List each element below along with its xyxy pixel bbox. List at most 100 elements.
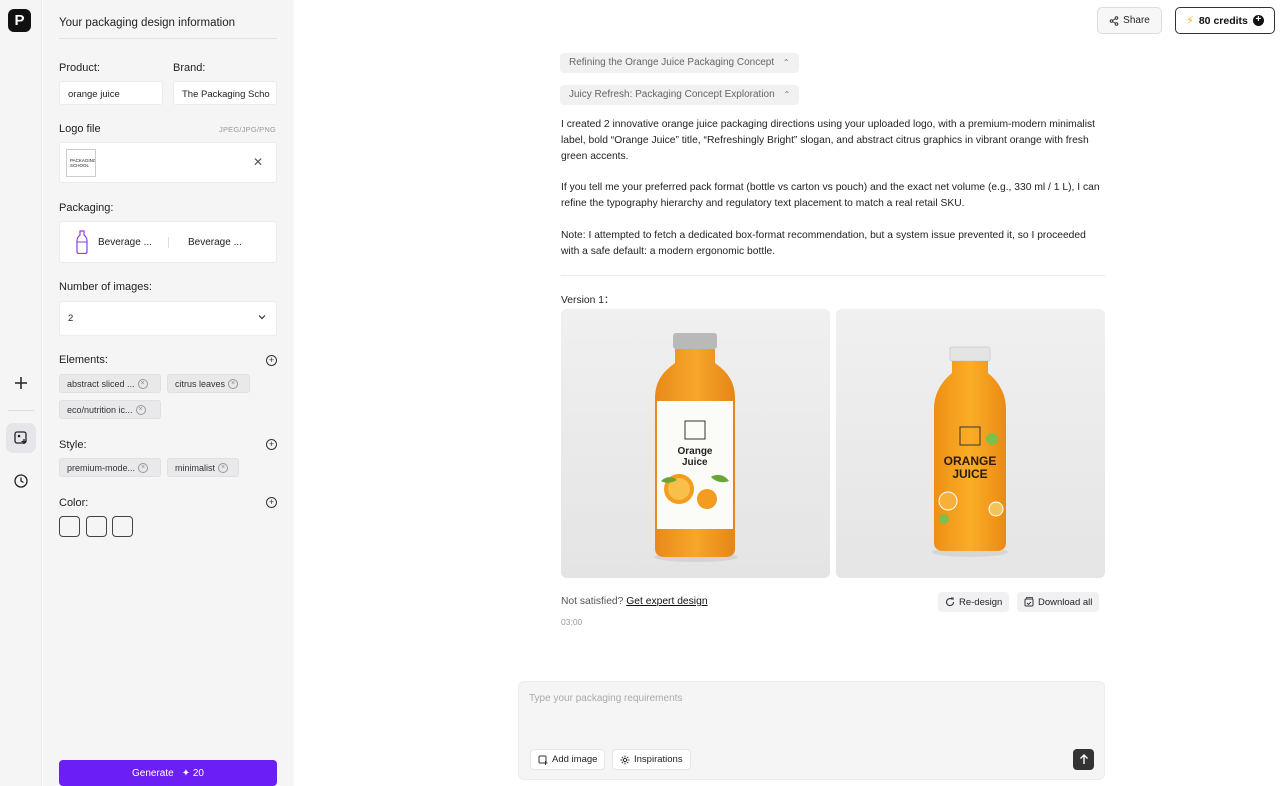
style-tag-2[interactable]: minimalist × bbox=[167, 458, 239, 477]
add-style-icon[interactable]: + bbox=[266, 439, 277, 450]
element-tag-3[interactable]: eco/nutrition ic... × bbox=[59, 400, 161, 419]
packaging-divider bbox=[168, 237, 169, 248]
color-label: Color: bbox=[59, 497, 89, 509]
share-button[interactable]: Share bbox=[1097, 7, 1162, 34]
remove-tag-icon[interactable]: × bbox=[138, 463, 149, 473]
logo-file-hint: JPEG/JPG/PNG bbox=[219, 125, 276, 134]
element-tag-2[interactable]: citrus leaves × bbox=[167, 374, 250, 393]
generated-image-2[interactable]: ORANGE JUICE bbox=[836, 309, 1105, 578]
num-images-value: 2 bbox=[68, 313, 74, 324]
download-icon bbox=[1024, 597, 1034, 607]
bottle-2-title-1: ORANGE bbox=[944, 454, 997, 468]
remove-tag-icon[interactable]: × bbox=[137, 379, 148, 389]
close-icon[interactable]: ✕ bbox=[253, 155, 263, 169]
lightning-icon: ⚡ bbox=[1186, 15, 1194, 27]
element-tag-1[interactable]: abstract sliced ... × bbox=[59, 374, 161, 393]
packaging-option-1-label: Beverage ... bbox=[98, 236, 152, 248]
inspirations-button[interactable]: Inspirations bbox=[612, 749, 691, 770]
brand-value: The Packaging Scho bbox=[182, 89, 270, 100]
bottle-1-title-1: Orange bbox=[677, 446, 712, 457]
prompt-composer[interactable]: Type your packaging requirements Add ima… bbox=[518, 681, 1105, 780]
style-tag-1-label: premium-mode... bbox=[67, 463, 136, 473]
color-swatch-2[interactable] bbox=[86, 516, 107, 537]
style-tag-1[interactable]: premium-mode... × bbox=[59, 458, 161, 477]
element-tag-3-label: eco/nutrition ic... bbox=[67, 405, 133, 415]
rail-divider bbox=[8, 410, 34, 411]
packaging-label: Packaging: bbox=[59, 202, 114, 214]
generate-label: Generate bbox=[132, 767, 174, 779]
brand-label: Brand: bbox=[173, 62, 206, 74]
product-input[interactable]: orange juice bbox=[59, 81, 163, 105]
color-swatch-1[interactable] bbox=[59, 516, 80, 537]
download-all-button[interactable]: Download all bbox=[1017, 592, 1100, 612]
arrow-up-icon bbox=[1079, 754, 1088, 764]
logo-file-label: Logo file bbox=[59, 123, 101, 135]
chevron-up-icon: ⌃ bbox=[782, 58, 790, 67]
generate-button[interactable]: Generate ✦ 20 bbox=[59, 760, 277, 786]
history-button[interactable] bbox=[6, 466, 36, 496]
new-chat-button[interactable] bbox=[6, 368, 36, 398]
left-rail: P bbox=[0, 0, 42, 786]
add-image-button[interactable]: Add image bbox=[530, 749, 606, 770]
brand-input[interactable]: The Packaging Scho bbox=[173, 81, 277, 105]
credits-button[interactable]: ⚡ 80 credits + bbox=[1175, 7, 1275, 34]
concept-pill-1[interactable]: Refining the Orange Juice Packaging Conc… bbox=[560, 53, 799, 73]
packaging-option-2[interactable]: Beverage ... bbox=[188, 222, 242, 262]
add-image-label: Add image bbox=[552, 754, 598, 765]
credits-label: 80 credits bbox=[1198, 14, 1248, 27]
concept-pill-1-label: Refining the Orange Juice Packaging Conc… bbox=[569, 57, 775, 68]
packaging-option-1[interactable]: Beverage ... bbox=[76, 222, 152, 262]
concept-pill-2-label: Juicy Refresh: Packaging Concept Explora… bbox=[569, 89, 775, 100]
plus-icon bbox=[15, 377, 27, 389]
panel-divider bbox=[59, 38, 277, 39]
style-label: Style: bbox=[59, 439, 87, 451]
element-tag-2-label: citrus leaves bbox=[175, 379, 226, 389]
product-label: Product: bbox=[59, 62, 100, 74]
sparkle-icon bbox=[620, 755, 630, 764]
generated-image-1[interactable]: Orange Juice bbox=[561, 309, 830, 578]
message-paragraph-2: If you tell me your preferred pack forma… bbox=[561, 182, 1100, 209]
app-root: P Your packaging design information Prod… bbox=[0, 0, 1280, 786]
version-label: Version 1： bbox=[561, 295, 615, 306]
concept-pill-2[interactable]: Juicy Refresh: Packaging Concept Explora… bbox=[560, 85, 800, 105]
chevron-up-icon: ⌃ bbox=[783, 90, 791, 99]
message-divider bbox=[561, 275, 1105, 276]
packaging-selector: Beverage ... Beverage ... bbox=[59, 221, 277, 263]
packaging-option-2-label: Beverage ... bbox=[188, 236, 242, 248]
bottle-1-title-2: Juice bbox=[682, 457, 708, 468]
inspirations-label: Inspirations bbox=[634, 754, 683, 765]
remove-tag-icon[interactable]: × bbox=[228, 379, 239, 389]
message-paragraph-3: Note: I attempted to fetch a dedicated b… bbox=[561, 230, 1086, 257]
orange-juice-bottle-image-2: ORANGE JUICE bbox=[836, 309, 1105, 578]
not-satisfied-label: Not satisfied? bbox=[561, 596, 624, 607]
history-icon bbox=[14, 474, 28, 488]
element-tag-1-label: abstract sliced ... bbox=[67, 379, 135, 389]
orange-juice-bottle-image-1: Orange Juice bbox=[561, 309, 830, 578]
plus-icon: + bbox=[1252, 15, 1264, 26]
add-element-icon[interactable]: + bbox=[266, 355, 277, 366]
bottle-2-title-2: JUICE bbox=[952, 467, 987, 481]
app-logo[interactable]: P bbox=[8, 9, 31, 32]
not-satisfied-text: Not satisfied? Get expert design bbox=[561, 596, 708, 607]
bottle-icon bbox=[76, 230, 88, 254]
send-button[interactable] bbox=[1073, 749, 1094, 770]
message-paragraph-1: I created 2 innovative orange juice pack… bbox=[561, 119, 1096, 162]
new-design-icon bbox=[14, 431, 27, 444]
share-label: Share bbox=[1123, 15, 1150, 26]
redesign-button[interactable]: Re-design bbox=[938, 592, 1010, 612]
logo-thumbnail: PACKAGING SCHOOL bbox=[66, 149, 96, 177]
elements-label: Elements: bbox=[59, 354, 108, 366]
redesign-label: Re-design bbox=[959, 596, 1003, 608]
remove-tag-icon[interactable]: × bbox=[135, 405, 146, 415]
color-swatch-3[interactable] bbox=[112, 516, 133, 537]
prompt-input-placeholder[interactable]: Type your packaging requirements bbox=[529, 693, 682, 704]
product-value: orange juice bbox=[68, 89, 120, 100]
get-expert-design-link[interactable]: Get expert design bbox=[626, 596, 707, 607]
design-tool-button[interactable] bbox=[6, 423, 36, 453]
num-images-select[interactable]: 2 bbox=[59, 301, 277, 336]
logo-upload[interactable]: PACKAGING SCHOOL ✕ bbox=[59, 142, 277, 183]
add-color-icon[interactable]: + bbox=[266, 497, 277, 508]
share-icon bbox=[1109, 15, 1119, 26]
remove-tag-icon[interactable]: × bbox=[218, 463, 229, 473]
refresh-icon bbox=[945, 597, 955, 607]
